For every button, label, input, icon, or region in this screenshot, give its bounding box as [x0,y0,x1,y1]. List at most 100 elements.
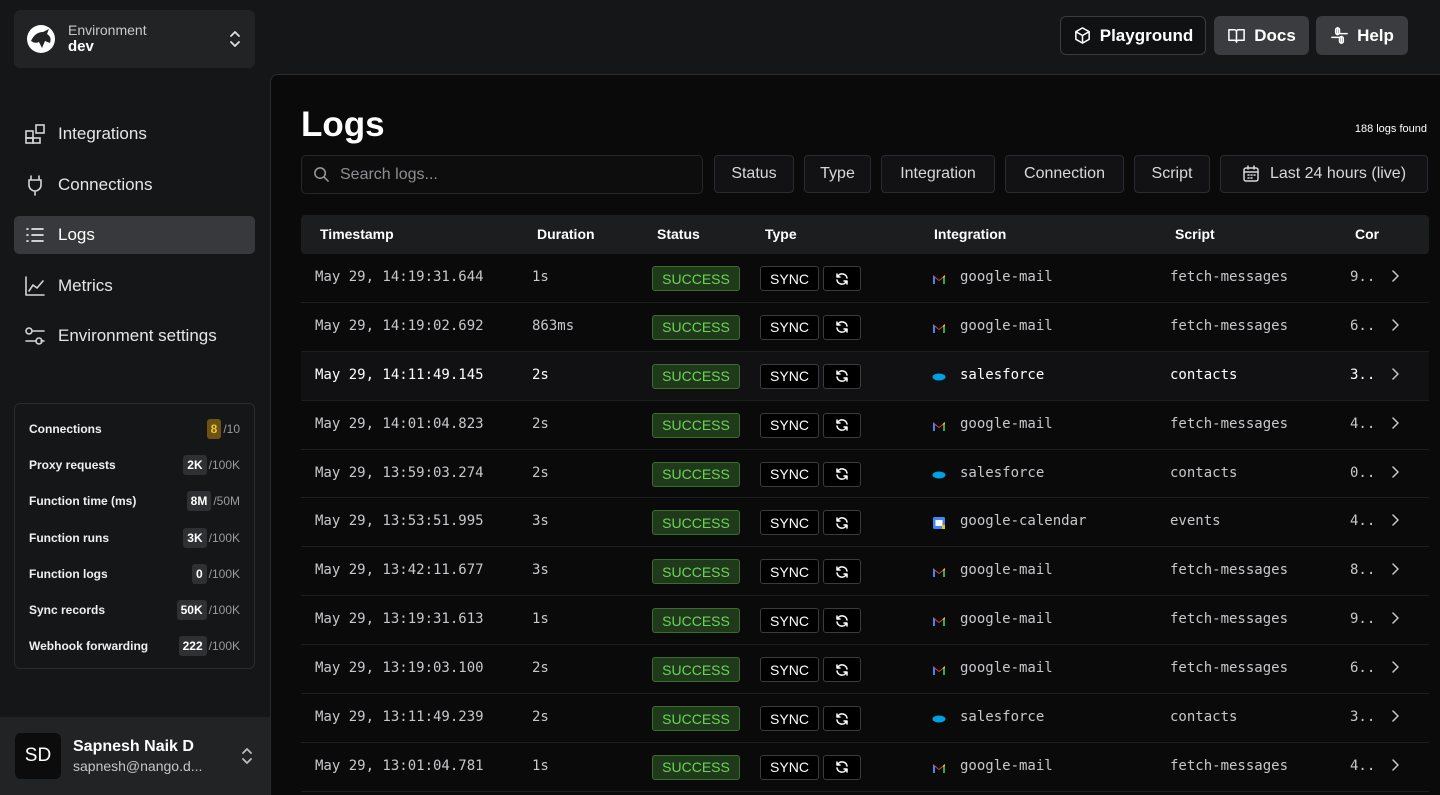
plug-icon [28,174,42,196]
docs-label: Docs [1254,25,1296,45]
table-row[interactable]: May 29, 13:01:04.781 1s SUCCESS SYNC goo… [301,743,1429,792]
environment-label: Environment [68,22,147,38]
usage-label: Connections [29,422,102,437]
usage-panel: Connections 8/10 Proxy requests 2K/100K … [14,403,255,669]
column-integration[interactable]: Integration [934,226,1006,242]
search-input[interactable] [340,165,680,184]
sidebar-item-logs[interactable]: Logs [14,216,255,255]
column-type[interactable]: Type [765,226,797,242]
status-filter[interactable]: Status [714,155,794,193]
search-box[interactable] [301,155,703,194]
row-script: events [1170,513,1221,530]
row-script: fetch-messages [1170,611,1289,628]
row-timestamp: May 29, 13:01:04.781 [315,757,484,774]
refresh-icon [836,614,848,627]
chevron-right-icon [1392,319,1399,331]
row-connection: 4.. [1350,757,1376,774]
row-duration: 1s [532,269,549,285]
table-row[interactable]: May 29, 13:53:51.995 3s SUCCESS SYNC goo… [301,498,1429,548]
row-connection: 9.. [1350,611,1376,628]
sidebar-item-metrics[interactable]: Metrics [14,267,255,305]
sidebar-item-connections[interactable]: Connections [14,166,255,204]
sync-type-badge [823,363,861,389]
column-status[interactable]: Status [657,226,700,242]
user-name: Sapnesh Naik D [73,738,194,755]
table-row[interactable]: May 29, 14:01:04.823 2s SUCCESS SYNC goo… [301,401,1429,450]
row-duration: 863ms [532,317,575,334]
column-timestamp[interactable]: Timestamp [320,226,394,242]
chevron-right-icon [1392,759,1399,771]
chevron-right-icon [1392,563,1399,576]
status-badge: SUCCESS [652,510,740,536]
refresh-icon [836,761,848,774]
salesforce-icon [932,469,946,481]
row-timestamp: May 29, 14:19:31.644 [315,269,484,285]
column-connection[interactable]: Cor [1355,226,1379,242]
integration-filter-label: Integration [900,165,976,182]
row-timestamp: May 29, 13:42:11.677 [315,562,484,579]
table-row[interactable]: May 29, 13:11:49.239 2s SUCCESS SYNC sal… [301,694,1429,743]
refresh-icon [836,468,848,480]
search-icon [314,167,329,182]
table-row[interactable]: May 29, 14:19:02.692 863ms SUCCESS SYNC … [301,303,1429,352]
usage-limit: /100K [208,566,240,581]
sliders-icon [25,327,45,346]
row-timestamp: May 29, 13:11:49.239 [315,709,484,726]
period-filter-label: Last 24 hours (live) [1269,165,1407,182]
usage-label: Proxy requests [29,458,116,473]
row-connection: 3.. [1350,709,1376,726]
row-duration: 1s [532,611,549,628]
usage-limit: /10 [223,422,240,437]
chevron-right-icon [1392,661,1399,673]
column-script[interactable]: Script [1175,226,1215,242]
row-integration: google-mail [960,415,1053,432]
sync-type-badge [823,461,861,487]
row-connection: 4.. [1350,513,1376,530]
row-connection: 9.. [1350,269,1376,285]
table-row[interactable]: May 29, 14:19:31.644 1s SUCCESS SYNC goo… [301,254,1429,303]
status-badge: SUCCESS [652,412,740,438]
row-integration: google-mail [960,269,1053,285]
table-row[interactable]: May 29, 13:59:03.274 2s SUCCESS SYNC sal… [301,450,1429,499]
connection-filter[interactable]: Connection [1005,155,1124,193]
type-badge: SYNC [760,412,819,438]
type-filter[interactable]: Type [804,155,871,193]
salesforce-icon [932,371,946,383]
script-filter[interactable]: Script [1134,155,1210,193]
status-badge: SUCCESS [652,559,740,585]
column-duration[interactable]: Duration [537,226,595,242]
environment-value: dev [68,38,94,55]
avatar: SD [15,733,61,779]
status-badge: SUCCESS [652,706,740,732]
chevron-right-icon [1392,514,1399,527]
environment-switcher[interactable]: Environment dev [14,10,255,68]
sidebar: Environment dev Integrations Connections… [0,0,270,795]
row-script: fetch-messages [1170,415,1289,432]
table-row[interactable]: May 29, 13:42:11.677 3s SUCCESS SYNC goo… [301,547,1429,597]
status-badge: SUCCESS [652,363,740,389]
sidebar-item-integrations[interactable]: Integrations [14,115,255,153]
user-profile-menu[interactable]: SD Sapnesh Naik D sapnesh@nango.d... [0,717,270,795]
integration-filter[interactable]: Integration [881,155,995,193]
period-filter[interactable]: Last 24 hours (live) [1220,155,1428,193]
refresh-icon [836,370,848,383]
usage-label: Webhook forwarding [29,639,149,654]
usage-value: 3K [183,527,207,548]
usage-label: Function runs [29,530,109,545]
sidebar-item-label: Logs [58,225,95,245]
help-button[interactable]: Help [1316,16,1408,55]
docs-button[interactable]: Docs [1214,16,1309,55]
usage-value: 2K [183,455,207,476]
table-row[interactable]: May 29, 13:19:31.613 1s SUCCESS SYNC goo… [301,596,1429,646]
playground-button[interactable]: Playground [1060,16,1206,55]
sidebar-item-environment-settings[interactable]: Environment settings [14,317,255,355]
table-row[interactable]: May 29, 14:11:49.145 2s SUCCESS SYNC sal… [301,351,1429,401]
table-row[interactable]: May 29, 13:19:03.100 2s SUCCESS SYNC goo… [301,645,1429,695]
usage-limit: /50M [213,494,240,509]
cube-icon [1074,27,1090,44]
row-integration: google-mail [960,562,1053,579]
row-integration: google-mail [960,317,1053,334]
usage-row-function-logs: Function logs 0/100K [29,556,240,592]
row-script: fetch-messages [1170,317,1289,334]
row-timestamp: May 29, 13:19:31.613 [315,611,484,628]
